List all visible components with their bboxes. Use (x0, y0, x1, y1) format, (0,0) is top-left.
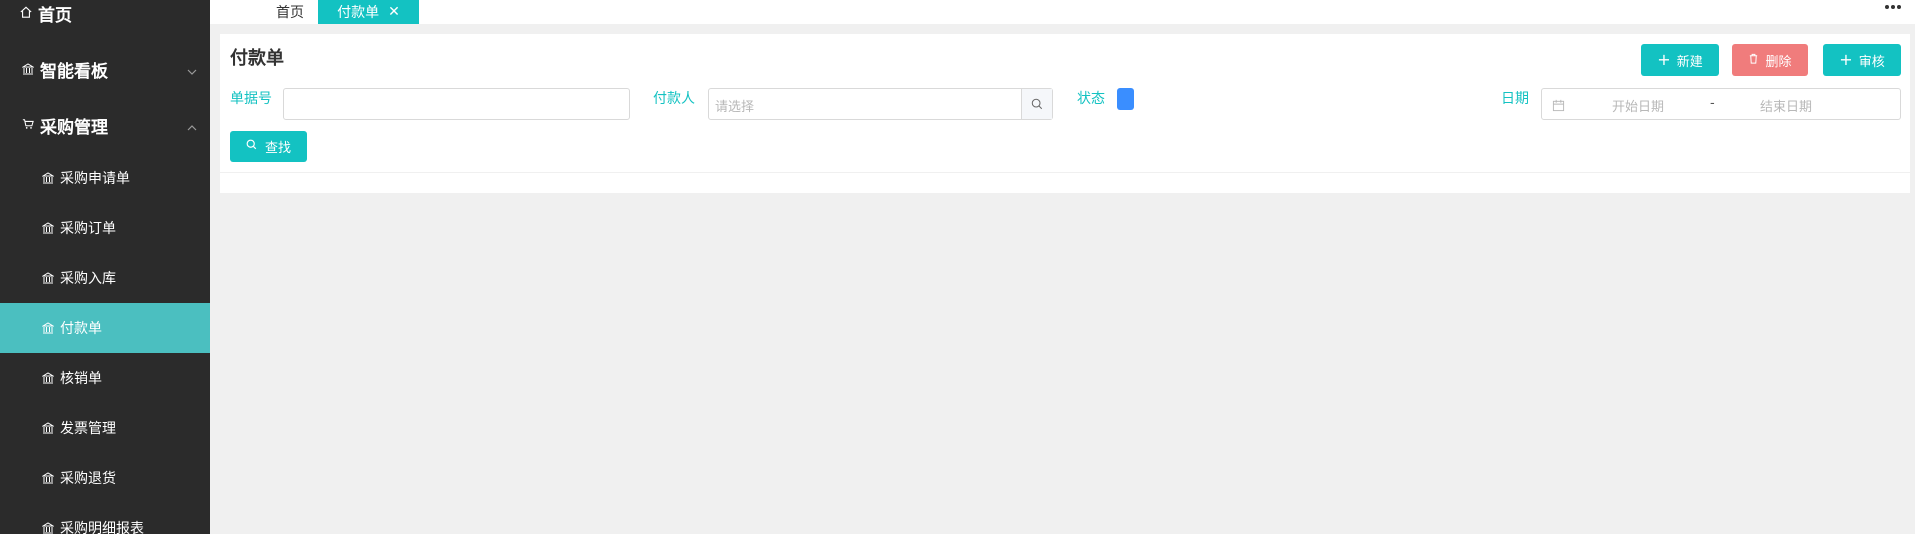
bank-icon (42, 322, 54, 334)
sidebar-item-purchase-inbound[interactable]: 采购入库 (0, 253, 210, 303)
delete-button-label: 删除 (1765, 54, 1792, 70)
sidebar-item-label: 首页 (38, 5, 72, 26)
bank-icon (42, 422, 54, 434)
search-icon[interactable] (1021, 89, 1052, 119)
sidebar-item-label: 采购申请单 (60, 171, 130, 187)
sidebar-item-purchase-order[interactable]: 采购订单 (0, 203, 210, 253)
plus-icon: + (1657, 50, 1671, 69)
delete-button[interactable]: 删除 (1732, 44, 1808, 76)
sidebar-item-label: 发票管理 (60, 421, 116, 437)
sidebar-item-label: 核销单 (60, 371, 102, 387)
sidebar-item-label: 采购退货 (60, 471, 116, 487)
status-select[interactable] (1117, 88, 1134, 110)
doc-no-label: 单据号 (230, 91, 272, 107)
status-label: 状态 (1077, 91, 1105, 107)
payer-label: 付款人 (653, 91, 695, 107)
bank-icon (42, 172, 54, 184)
bank-icon (42, 522, 54, 534)
sidebar-item-invoice[interactable]: 发票管理 (0, 403, 210, 453)
tab-bar: 首页 付款单 ✕ (210, 0, 1915, 24)
sidebar-item-label: 采购订单 (60, 221, 116, 237)
date-range-picker[interactable]: 开始日期 - 结束日期 (1541, 88, 1901, 120)
tab-label: 付款单 (337, 5, 380, 21)
calendar-icon (1552, 97, 1565, 116)
search-icon (246, 139, 257, 154)
chevron-up-icon (186, 119, 198, 131)
more-icon[interactable] (1885, 2, 1903, 12)
date-label: 日期 (1501, 91, 1529, 107)
doc-no-input[interactable] (283, 88, 630, 120)
audit-button-label: 审核 (1858, 54, 1885, 70)
sidebar-group-purchase[interactable]: 采购管理 (0, 97, 210, 153)
sidebar-group-dashboard[interactable]: 智能看板 (0, 41, 210, 97)
sidebar-item-writeoff[interactable]: 核销单 (0, 353, 210, 403)
payer-placeholder: 请选择 (715, 100, 755, 115)
sidebar-item-home[interactable]: 首页 (20, 0, 72, 26)
bank-icon (42, 222, 54, 234)
trash-icon (1748, 53, 1759, 68)
divider (220, 172, 1910, 173)
sidebar-item-purchase-report[interactable]: 采购明细报表 (0, 503, 210, 534)
sidebar-item-purchase-return[interactable]: 采购退货 (0, 453, 210, 503)
tab-home[interactable]: 首页 (255, 0, 325, 24)
search-button[interactable]: 查找 (230, 131, 307, 162)
bank-icon (22, 63, 34, 75)
new-button[interactable]: + 新建 (1641, 44, 1719, 76)
filter-panel: 付款单 + 新建 删除 + 审核 单据号 付款人 请选择 状态 日期 开始日期 … (220, 34, 1910, 193)
close-icon[interactable]: ✕ (388, 4, 400, 20)
tab-label: 首页 (276, 5, 304, 21)
chevron-down-icon (186, 63, 198, 75)
bank-icon (42, 372, 54, 384)
sidebar-item-label: 采购入库 (60, 271, 116, 287)
sidebar-item-purchase-request[interactable]: 采购申请单 (0, 153, 210, 203)
bank-icon (42, 472, 54, 484)
start-date-placeholder[interactable]: 开始日期 (1612, 96, 1664, 115)
home-icon (20, 6, 34, 20)
page-title: 付款单 (230, 48, 284, 69)
search-button-label: 查找 (264, 141, 291, 156)
tab-payment[interactable]: 付款单 ✕ (318, 0, 419, 24)
sidebar-group-label: 智能看板 (40, 61, 108, 82)
sidebar: 首页 智能看板 采购管理 采购申请单 采购订单 采购入库 付款单 核销单 发票管… (0, 0, 210, 534)
sidebar-item-label: 付款单 (60, 321, 102, 337)
sidebar-item-payment[interactable]: 付款单 (0, 303, 210, 353)
end-date-placeholder[interactable]: 结束日期 (1760, 96, 1812, 115)
new-button-label: 新建 (1676, 54, 1703, 70)
bank-icon (42, 272, 54, 284)
date-separator: - (1710, 96, 1715, 111)
sidebar-group-label: 采购管理 (40, 117, 108, 138)
cart-icon (22, 118, 36, 132)
plus-icon: + (1839, 50, 1853, 69)
payer-select[interactable]: 请选择 (708, 88, 1053, 120)
audit-button[interactable]: + 审核 (1823, 44, 1901, 76)
sidebar-item-label: 采购明细报表 (60, 521, 144, 534)
